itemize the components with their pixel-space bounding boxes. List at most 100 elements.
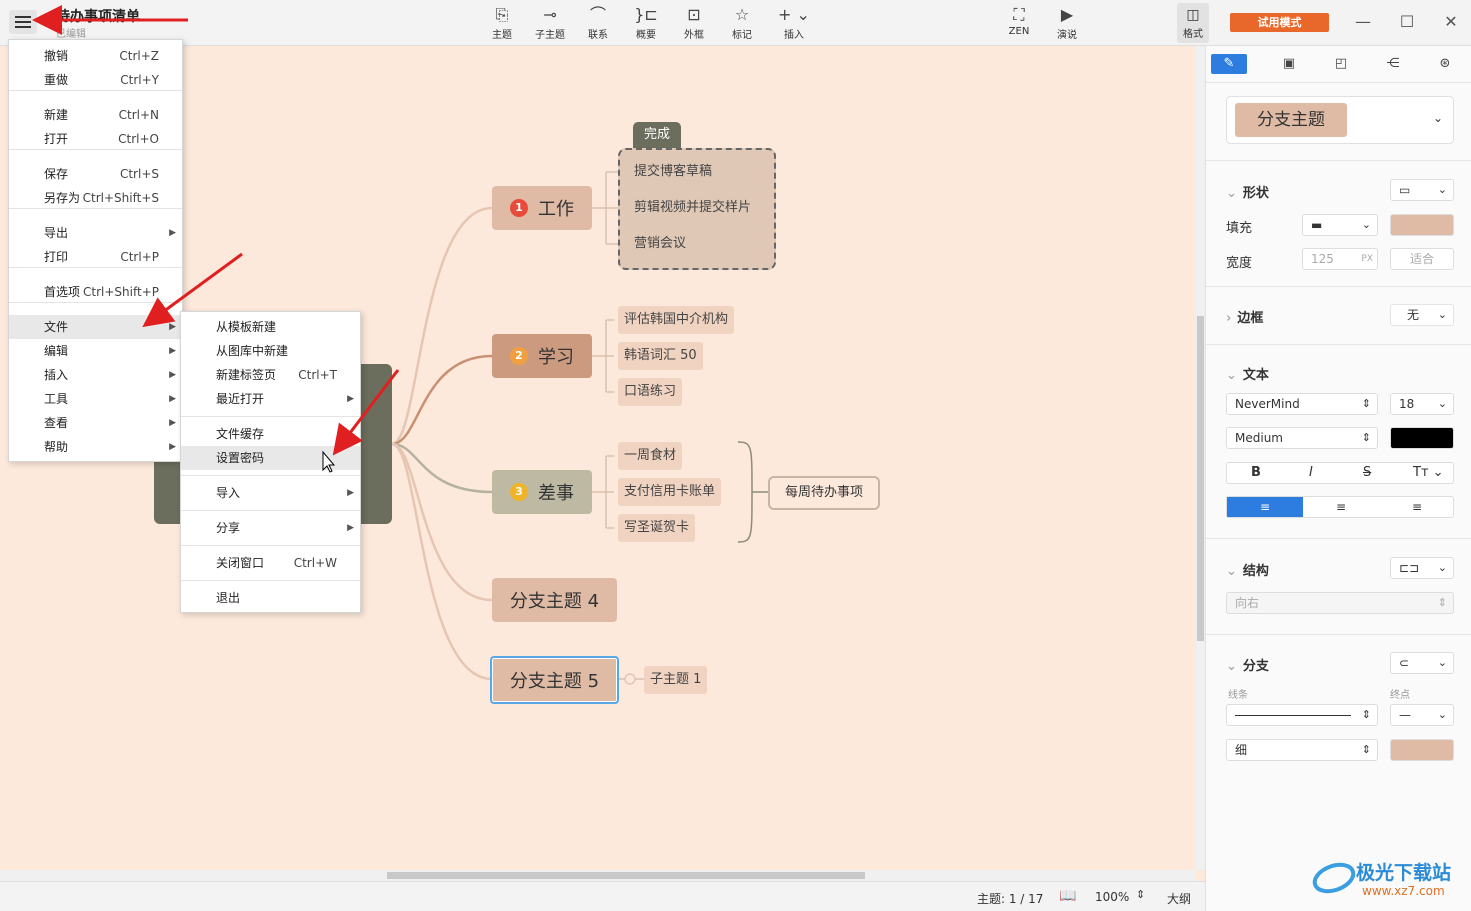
submenu-item-5[interactable]: 设置密码 — [181, 446, 360, 470]
toolbar-boundary-button[interactable]: ⊡ 外框 — [672, 4, 716, 44]
menu-item-shortcut: Ctrl+Shift+S — [82, 191, 159, 205]
structure-direction-select[interactable]: 向右 ⇕ — [1226, 592, 1454, 614]
align-center-icon[interactable]: ≡ — [1303, 497, 1379, 517]
fill-type-dropdown[interactable]: ▬ ⌄ — [1302, 214, 1378, 236]
style-selector[interactable]: 分支主题 ⌄ — [1226, 96, 1454, 144]
toolbar-summary-button[interactable]: }⊏ 概要 — [624, 4, 668, 44]
submenu-item-0[interactable]: 从模板新建 — [181, 315, 360, 339]
menu-item-10[interactable]: 编辑 ▶ — [9, 339, 182, 363]
branch-style-dropdown[interactable]: ⊂ ⌄ — [1390, 652, 1454, 674]
hamburger-menu-button[interactable] — [9, 10, 37, 34]
horizontal-scrollbar[interactable] — [0, 870, 1196, 881]
tab-presentation[interactable]: ▣ — [1271, 54, 1307, 74]
strikethrough-icon[interactable]: S — [1363, 465, 1371, 480]
text-color-swatch[interactable] — [1390, 427, 1454, 449]
branch-topic-4[interactable]: 分支主题 4 — [492, 578, 617, 622]
menu-item-9[interactable]: 文件 ▶ — [9, 315, 182, 339]
subtopic[interactable]: 提交博客草稿 — [628, 158, 718, 186]
menu-item-13[interactable]: 查看 ▶ — [9, 411, 182, 435]
branch-topic-work[interactable]: 1 工作 — [492, 186, 592, 230]
subtopic[interactable]: 一周食材 — [618, 442, 683, 470]
menu-item-3[interactable]: 打开 Ctrl+O — [9, 127, 182, 151]
tab-structure[interactable]: ⋲ — [1375, 54, 1411, 74]
menu-item-8[interactable]: 首选项 Ctrl+Shift+P — [9, 280, 182, 304]
menu-item-12[interactable]: 工具 ▶ — [9, 387, 182, 411]
zen-icon: ⛶ — [1013, 5, 1025, 24]
menu-item-4[interactable]: 保存 Ctrl+S — [9, 162, 182, 186]
subtopic[interactable]: 营销会议 — [628, 230, 692, 258]
submenu-item-7[interactable]: 分享 ▶ — [181, 516, 360, 540]
font-size-select[interactable]: 18 ⌄ — [1390, 393, 1454, 415]
branch-topic-study[interactable]: 2 学习 — [492, 334, 592, 378]
tab-theme[interactable]: ⊛ — [1427, 54, 1463, 74]
menu-item-6[interactable]: 导出 ▶ — [9, 221, 182, 245]
font-family-select[interactable]: NeverMind ⇕ — [1226, 393, 1378, 415]
subtopic[interactable]: 写圣诞贺卡 — [618, 514, 696, 542]
format-panel-toggle[interactable]: ◫ 格式 — [1177, 3, 1209, 43]
menu-item-0[interactable]: 撤销 Ctrl+Z — [9, 44, 182, 68]
trial-mode-button[interactable]: 试用模式 — [1230, 13, 1329, 32]
line-width-select[interactable]: 细 ⇕ — [1226, 739, 1378, 761]
toolbar-subtopic-button[interactable]: ⊸ 子主题 — [528, 4, 572, 44]
menu-item-5[interactable]: 另存为 Ctrl+Shift+S — [9, 186, 182, 210]
menu-item-label: 撤销 — [44, 49, 69, 63]
submenu-item-2[interactable]: 新建标签页 Ctrl+T — [181, 363, 360, 387]
submenu-item-4[interactable]: 文件缓存 — [181, 422, 360, 446]
vertical-scrollbar[interactable] — [1196, 46, 1205, 870]
bold-icon[interactable]: B — [1251, 465, 1261, 480]
toolbar-marker-button[interactable]: ☆ 标记 — [720, 4, 764, 44]
menu-item-11[interactable]: 插入 ▶ — [9, 363, 182, 387]
fill-color-swatch[interactable] — [1390, 214, 1454, 236]
chevron-down-icon: ⌄ — [1432, 111, 1443, 125]
endpoint-dropdown[interactable]: — ⌄ — [1390, 704, 1454, 726]
branch-topic-5-selected[interactable]: 分支主题 5 — [490, 656, 619, 704]
subtopic[interactable]: 韩语词汇 50 — [618, 342, 703, 370]
menu-item-1[interactable]: 重做 Ctrl+Y — [9, 68, 182, 92]
toolbar-topic-button[interactable]: ⎘ 主题 — [480, 4, 524, 44]
close-window-button[interactable]: ✕ — [1431, 8, 1471, 36]
italic-icon[interactable]: I — [1309, 465, 1313, 480]
text-case-icon[interactable]: Tт ⌄ — [1413, 465, 1444, 480]
submenu-item-3[interactable]: 最近打开 ▶ — [181, 387, 360, 411]
fill-label: 填充 — [1226, 221, 1253, 236]
subtopic[interactable]: 评估韩国中介机构 — [618, 306, 735, 334]
tab-notes[interactable]: ◰ — [1323, 54, 1359, 74]
zoom-stepper-icon[interactable]: ⇕ — [1136, 888, 1145, 901]
toolbar-insert-button[interactable]: + ⌄ 插入 — [772, 4, 816, 44]
shape-dropdown[interactable]: ▭ ⌄ — [1390, 179, 1454, 201]
toolbar-zen-button[interactable]: ⛶ ZEN — [997, 4, 1041, 44]
menu-item-7[interactable]: 打印 Ctrl+P — [9, 245, 182, 269]
submenu-item-1[interactable]: 从图库中新建 — [181, 339, 360, 363]
submenu-item-9[interactable]: 退出 — [181, 586, 360, 610]
zoom-level[interactable]: 100% — [1095, 890, 1129, 904]
boundary-label[interactable]: 完成 — [633, 122, 681, 148]
toolbar-presentation-button[interactable]: ▶ 演说 — [1045, 4, 1089, 44]
minimize-button[interactable]: — — [1343, 8, 1383, 36]
vertical-scroll-thumb[interactable] — [1197, 316, 1204, 641]
border-dropdown[interactable]: 无 ⌄ — [1390, 304, 1454, 326]
horizontal-scroll-thumb[interactable] — [387, 872, 865, 879]
book-icon[interactable]: 📖 — [1059, 888, 1076, 904]
font-weight-select[interactable]: Medium ⇕ — [1226, 427, 1378, 449]
outline-button[interactable]: 大纲 — [1167, 890, 1191, 907]
branch-topic-errands[interactable]: 3 差事 — [492, 470, 592, 514]
line-color-swatch[interactable] — [1390, 739, 1454, 761]
structure-dropdown[interactable]: ⊏⊐ ⌄ — [1390, 557, 1454, 579]
submenu-item-8[interactable]: 关闭窗口 Ctrl+W — [181, 551, 360, 575]
submenu-item-6[interactable]: 导入 ▶ — [181, 481, 360, 505]
subtopic[interactable]: 支付信用卡账单 — [618, 478, 722, 506]
maximize-button[interactable]: ☐ — [1387, 8, 1427, 36]
summary-topic[interactable]: 每周待办事项 — [768, 476, 880, 510]
menu-item-2[interactable]: 新建 Ctrl+N — [9, 103, 182, 127]
fit-button[interactable]: 适合 — [1390, 248, 1454, 270]
menu-item-14[interactable]: 帮助 ▶ — [9, 435, 182, 459]
subtopic[interactable]: 子主题 1 — [644, 666, 708, 694]
line-style-select[interactable]: ⇕ — [1226, 704, 1378, 726]
tab-style[interactable]: ✎ — [1211, 54, 1247, 74]
subtopic[interactable]: 口语练习 — [618, 378, 683, 406]
subtopic[interactable]: 剪辑视频并提交样片 — [628, 194, 757, 222]
align-left-icon[interactable]: ≡ — [1227, 497, 1303, 517]
width-input[interactable]: 125 PX — [1302, 248, 1378, 270]
align-right-icon[interactable]: ≡ — [1379, 497, 1455, 517]
toolbar-relationship-button[interactable]: ⌒ 联系 — [576, 4, 620, 44]
